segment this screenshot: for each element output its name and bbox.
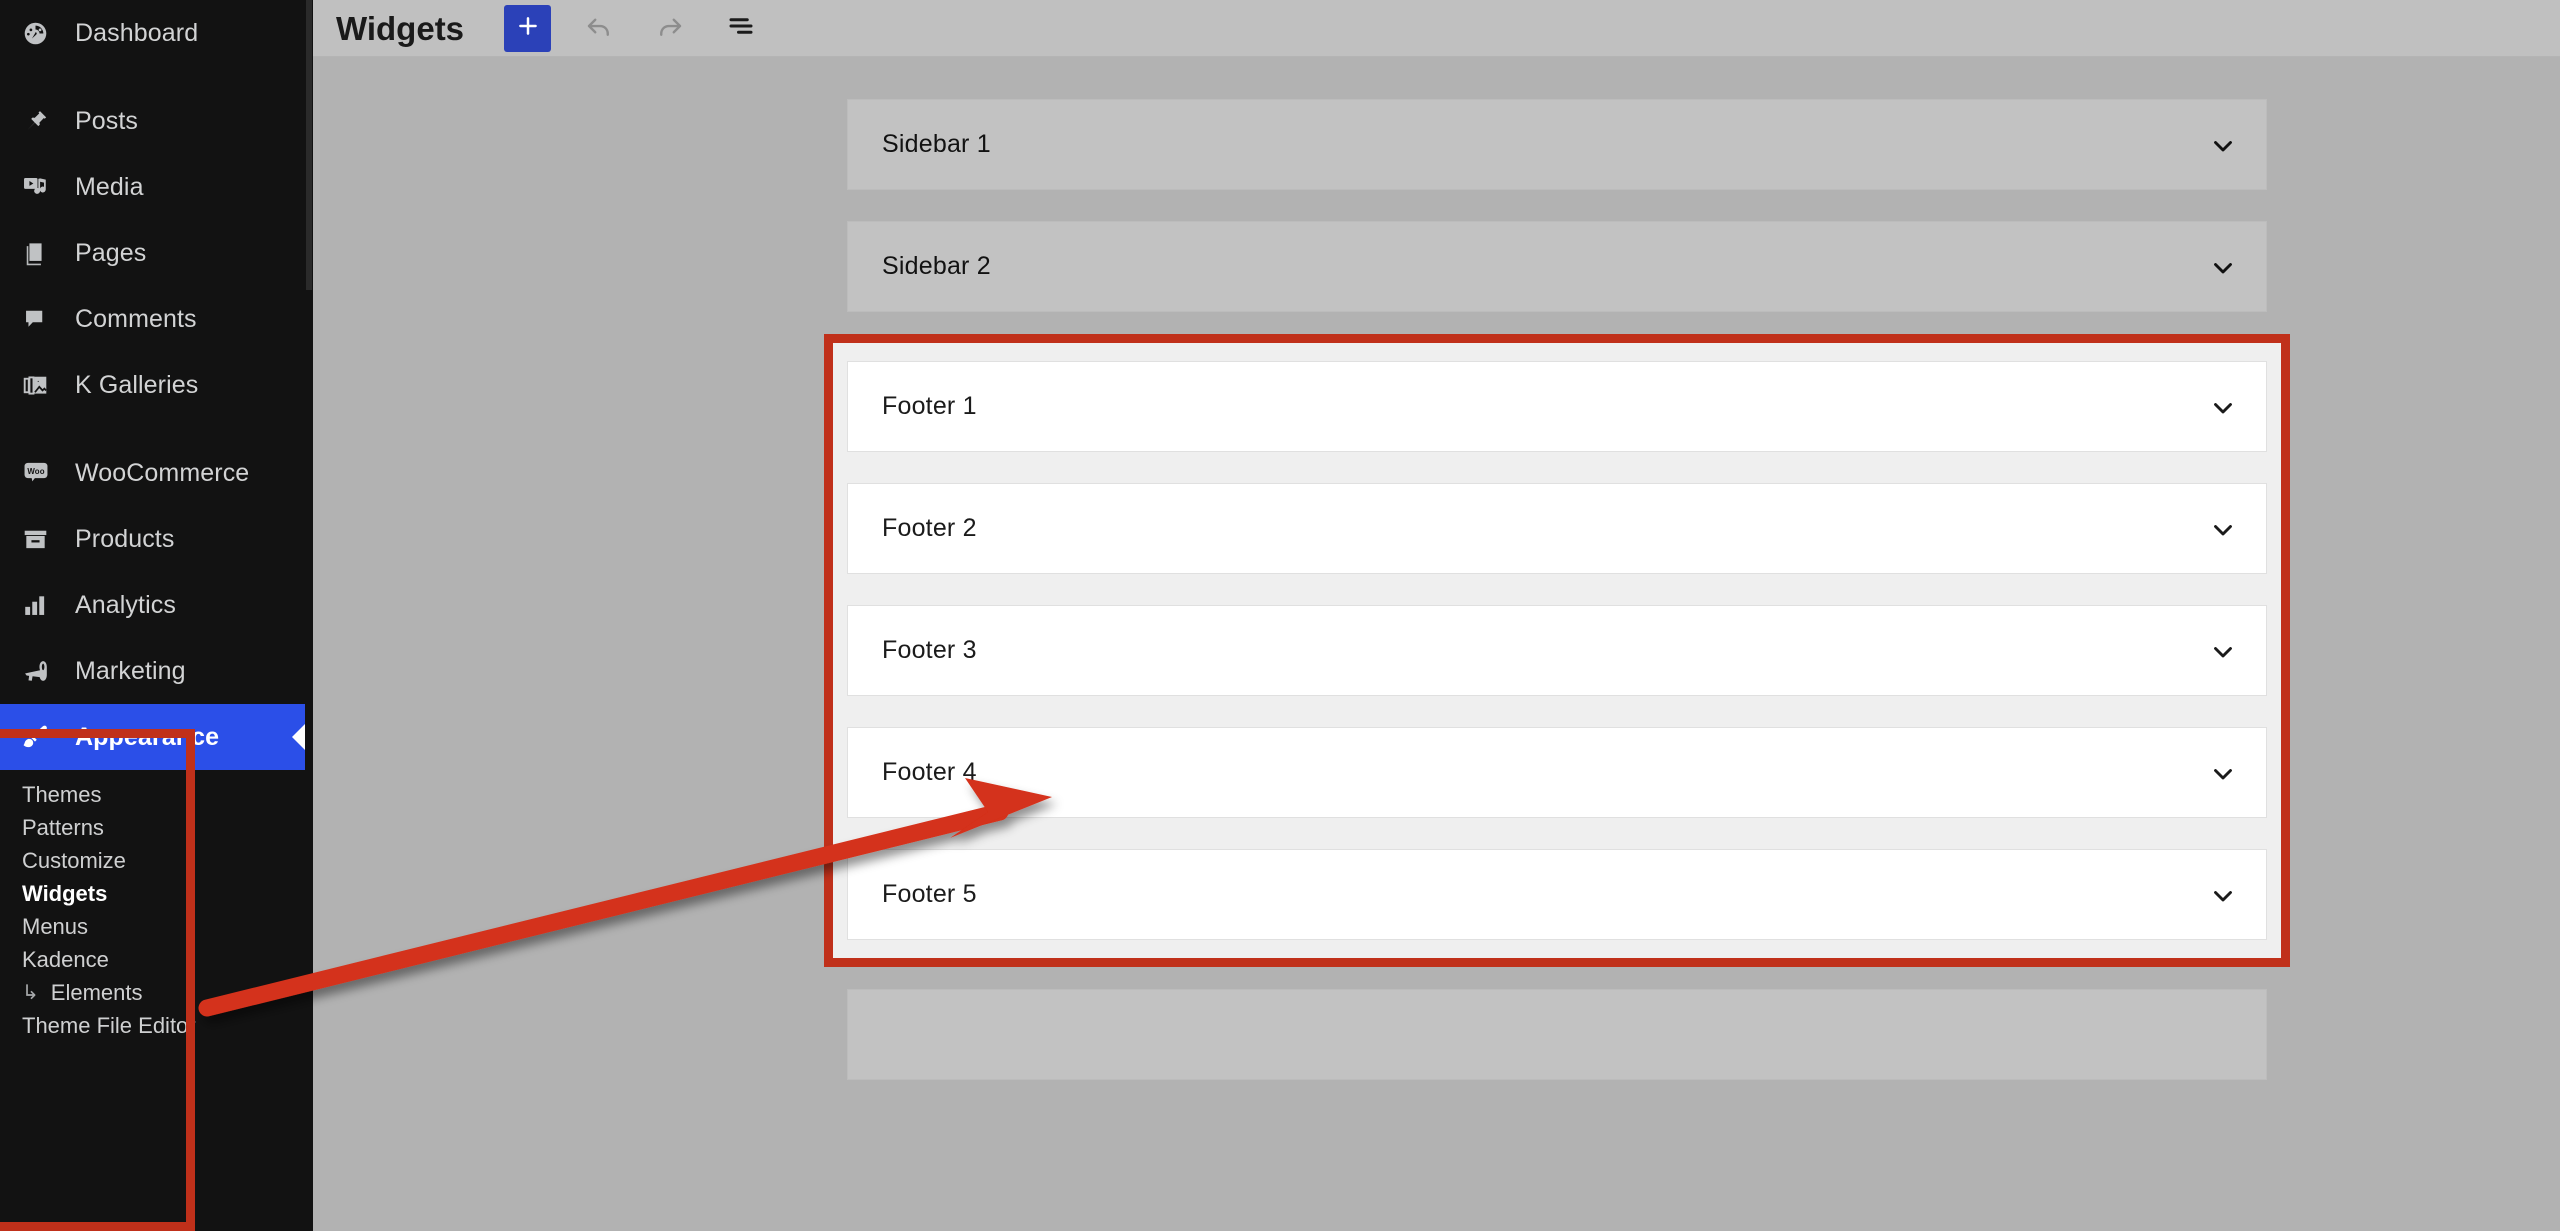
widget-area-footer-4[interactable]: Footer 4 (847, 727, 2267, 818)
sidebar-item-dashboard[interactable]: Dashboard (0, 0, 313, 66)
footer-widget-areas-highlight: Footer 1 Footer 2 Footer 3 (833, 343, 2281, 958)
comment-icon (22, 306, 62, 333)
undo-arrow-icon (584, 11, 614, 46)
widget-area-title: Footer 5 (882, 880, 977, 909)
sidebar-item-label: Products (62, 525, 174, 554)
nested-arrow-icon: ↳ (22, 980, 39, 1005)
submenu-item-menus[interactable]: Menus (0, 910, 313, 943)
submenu-item-label: Themes (22, 782, 101, 808)
redo-arrow-icon (655, 11, 685, 46)
gallery-icon (22, 372, 62, 399)
sidebar-separator (0, 418, 313, 440)
widget-areas-list: Sidebar 1 Sidebar 2 Footer 1 (847, 57, 2267, 1111)
widget-area-title: Footer 2 (882, 514, 977, 543)
submenu-item-label: Customize (22, 848, 126, 874)
sidebar-item-label: Posts (62, 107, 138, 136)
analytics-icon (22, 592, 62, 619)
undo-button[interactable] (575, 5, 622, 52)
sidebar-item-comments[interactable]: Comments (0, 286, 313, 352)
svg-text:Woo: Woo (27, 467, 44, 476)
admin-sidebar: Dashboard Posts Media Pages (0, 0, 313, 1231)
submenu-item-elements[interactable]: ↳ Elements (0, 976, 313, 1009)
chevron-down-icon[interactable] (2208, 252, 2238, 282)
chevron-down-icon[interactable] (2208, 758, 2238, 788)
submenu-item-label: Theme File Editor (22, 1013, 196, 1039)
sidebar-item-woocommerce[interactable]: Woo WooCommerce (0, 440, 313, 506)
sidebar-item-analytics[interactable]: Analytics (0, 572, 313, 638)
products-icon (22, 526, 62, 553)
sidebar-item-products[interactable]: Products (0, 506, 313, 572)
widget-area-footer-1[interactable]: Footer 1 (847, 361, 2267, 452)
submenu-item-label: Menus (22, 914, 88, 940)
woo-icon: Woo (22, 459, 62, 487)
sidebar-item-label: Media (62, 173, 144, 202)
chevron-left-icon[interactable] (292, 724, 305, 750)
sidebar-item-label: Comments (62, 305, 197, 334)
sidebar-item-label: Analytics (62, 591, 176, 620)
sidebar-item-label: Appearance (62, 723, 219, 752)
sidebar-item-label: Marketing (62, 657, 186, 686)
sidebar-item-k-galleries[interactable]: K Galleries (0, 352, 313, 418)
widget-area-footer-5[interactable]: Footer 5 (847, 849, 2267, 940)
add-block-button[interactable] (504, 5, 551, 52)
chevron-down-icon[interactable] (2208, 130, 2238, 160)
sidebar-item-label: WooCommerce (62, 459, 249, 488)
redo-button[interactable] (646, 5, 693, 52)
widgets-screen: Dashboard Posts Media Pages (0, 0, 2560, 1231)
widget-area-title: Footer 1 (882, 392, 977, 421)
sidebar-item-marketing[interactable]: Marketing (0, 638, 313, 704)
sidebar-item-media[interactable]: Media (0, 154, 313, 220)
submenu-item-themes[interactable]: Themes (0, 778, 313, 811)
submenu-item-label: Patterns (22, 815, 104, 841)
sidebar-scrollbar[interactable] (305, 0, 313, 1231)
sidebar-item-pages[interactable]: Pages (0, 220, 313, 286)
appearance-submenu: Themes Patterns Customize Widgets Menus … (0, 770, 313, 1046)
dashboard-icon (22, 20, 62, 47)
widget-area-footer-2[interactable]: Footer 2 (847, 483, 2267, 574)
submenu-item-theme-file-editor[interactable]: Theme File Editor (0, 1009, 313, 1042)
widget-area-title: Sidebar 2 (882, 252, 991, 281)
submenu-item-kadence[interactable]: Kadence (0, 943, 313, 976)
widget-area-title: Footer 4 (882, 758, 977, 787)
widget-area-title: Footer 3 (882, 636, 977, 665)
submenu-item-label: Elements (51, 980, 143, 1006)
chevron-down-icon[interactable] (2208, 636, 2238, 666)
widget-area-sidebar-2[interactable]: Sidebar 2 (847, 221, 2267, 312)
megaphone-icon (22, 657, 62, 685)
sidebar-item-label: Dashboard (62, 19, 198, 48)
sidebar-item-label: K Galleries (62, 371, 198, 400)
sidebar-item-appearance[interactable]: Appearance (0, 704, 313, 770)
chevron-down-icon[interactable] (2208, 392, 2238, 422)
widgets-editor: Widgets (313, 0, 2560, 1231)
plus-icon (515, 13, 541, 44)
widget-area-footer-3[interactable]: Footer 3 (847, 605, 2267, 696)
submenu-item-widgets[interactable]: Widgets (0, 877, 313, 910)
page-title: Widgets (336, 12, 464, 45)
pages-icon (22, 240, 62, 267)
pin-icon (22, 108, 62, 135)
submenu-item-customize[interactable]: Customize (0, 844, 313, 877)
widget-area-next-partial[interactable] (847, 989, 2267, 1080)
widgets-canvas: Sidebar 1 Sidebar 2 Footer 1 (313, 57, 2560, 1231)
submenu-item-label: Kadence (22, 947, 109, 973)
submenu-item-patterns[interactable]: Patterns (0, 811, 313, 844)
widget-area-title: Sidebar 1 (882, 130, 991, 159)
submenu-item-label: Widgets (22, 881, 107, 907)
sidebar-menu: Dashboard Posts Media Pages (0, 0, 313, 770)
sidebar-item-label: Pages (62, 239, 146, 268)
list-view-icon (726, 11, 756, 46)
chevron-down-icon[interactable] (2208, 880, 2238, 910)
sidebar-separator (0, 66, 313, 88)
editor-toolbar: Widgets (313, 0, 2560, 57)
chevron-down-icon[interactable] (2208, 514, 2238, 544)
widget-area-sidebar-1[interactable]: Sidebar 1 (847, 99, 2267, 190)
sidebar-scrollbar-thumb[interactable] (306, 0, 312, 290)
media-icon (22, 174, 62, 201)
list-view-button[interactable] (717, 5, 764, 52)
sidebar-item-posts[interactable]: Posts (0, 88, 313, 154)
paintbrush-icon (22, 723, 62, 751)
